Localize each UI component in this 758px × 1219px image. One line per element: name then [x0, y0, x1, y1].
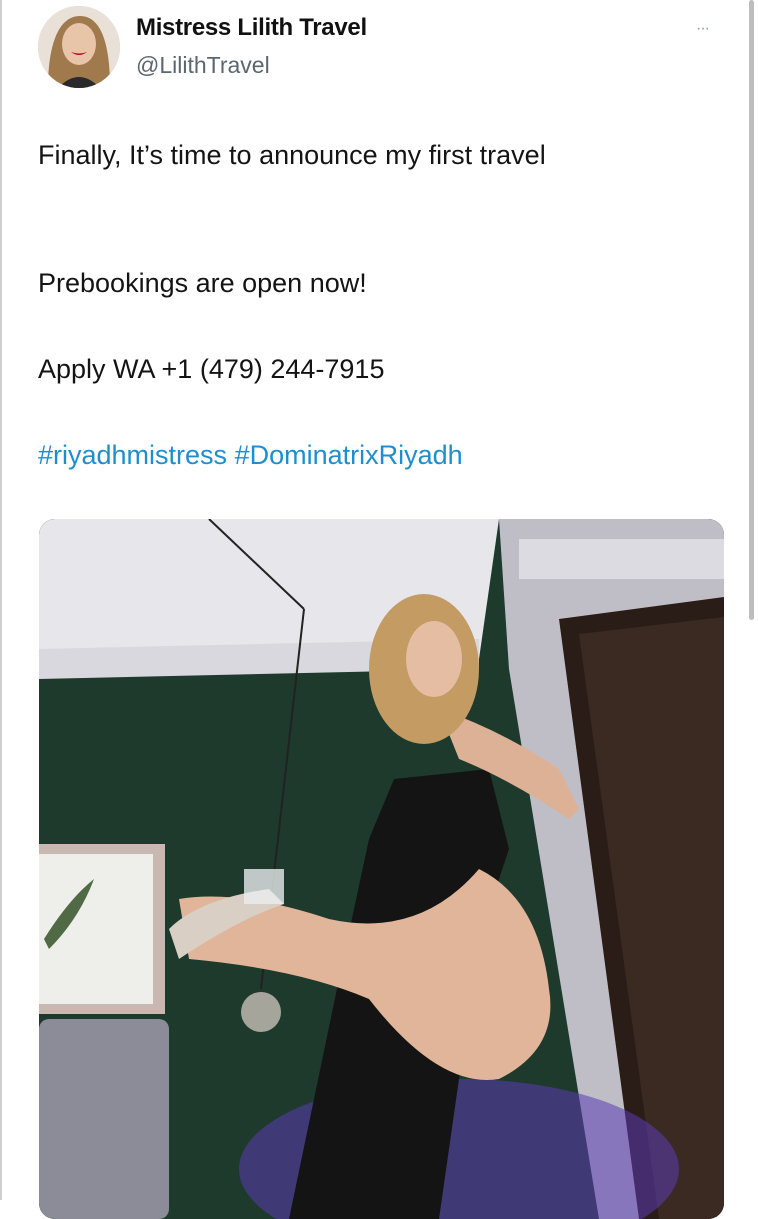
tweet-card: Mistress Lilith Travel @LilithTravel ···… — [0, 0, 758, 1219]
scrollbar[interactable] — [749, 0, 754, 620]
more-horizontal-icon[interactable]: ··· — [696, 20, 710, 38]
author-handle[interactable]: @LilithTravel — [136, 52, 270, 79]
tweet-text-line: Finally, It’s time to announce my first … — [38, 140, 546, 170]
hashtag-link[interactable]: #riyadhmistress — [38, 440, 227, 470]
author-name[interactable]: Mistress Lilith Travel — [136, 14, 367, 42]
avatar-image — [38, 6, 120, 88]
tweet-text-line: Prebookings are open now! — [38, 268, 367, 298]
hashtags: #riyadhmistress #DominatrixRiyadh — [38, 440, 463, 471]
avatar[interactable] — [38, 6, 120, 88]
tweet-text-line: Apply WA +1 (479) 244-7915 — [38, 354, 385, 384]
hashtag-link[interactable]: #DominatrixRiyadh — [235, 440, 463, 470]
photo-illustration — [39, 519, 724, 1219]
tweet-photo[interactable] — [39, 519, 724, 1219]
